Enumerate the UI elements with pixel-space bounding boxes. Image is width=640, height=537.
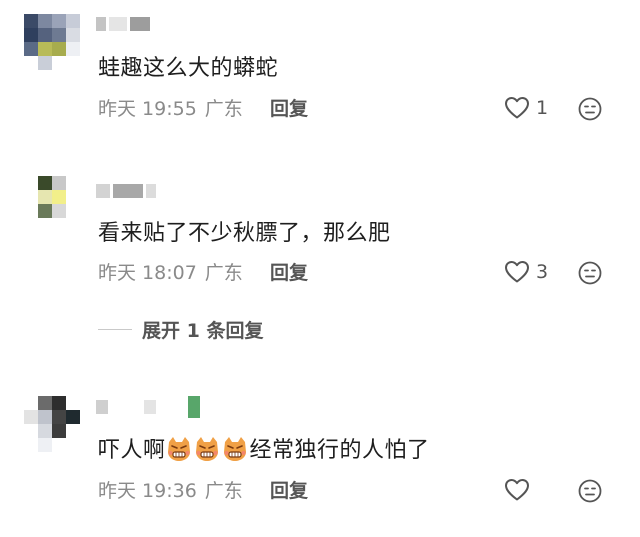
heart-icon [504, 260, 530, 284]
comment-date: 昨天 19:55 [98, 98, 197, 120]
neutral-face-icon [578, 97, 602, 121]
expand-replies-label: 展开 1 条回复 [142, 320, 264, 342]
reply-button[interactable]: 回复 [270, 478, 308, 504]
comment-location: 广东 [204, 262, 243, 284]
comment-location: 广东 [204, 98, 243, 120]
comment-meta: 昨天 19:55 广东 [98, 96, 243, 122]
avatar[interactable] [24, 14, 80, 70]
reply-button[interactable]: 回复 [270, 260, 308, 286]
like-button[interactable]: 1 [504, 96, 548, 120]
react-button[interactable] [578, 479, 602, 503]
comment-date: 昨天 19:36 [98, 480, 197, 502]
like-button[interactable] [504, 478, 536, 502]
avatar[interactable] [24, 176, 80, 232]
angry-cat-emoji-icon [166, 436, 192, 462]
neutral-face-icon [578, 261, 602, 285]
username[interactable] [96, 17, 150, 31]
angry-cat-emoji-icon [194, 436, 220, 462]
comment-meta: 昨天 19:36 广东 [98, 478, 243, 504]
comment-date: 昨天 18:07 [98, 262, 197, 284]
heart-icon [504, 478, 530, 502]
comment-text: 看来贴了不少秋膘了，那么肥 [98, 221, 391, 246]
like-count: 1 [536, 97, 549, 119]
expand-replies-button[interactable]: 展开 1 条回复 [98, 316, 263, 343]
neutral-face-icon [578, 479, 602, 503]
username[interactable] [96, 396, 200, 418]
comment-location: 广东 [204, 480, 243, 502]
react-button[interactable] [578, 97, 602, 121]
comment-meta: 昨天 18:07 广东 [98, 260, 243, 286]
comment-text-before-emoji: 吓人啊 [98, 438, 166, 463]
comment-text-after-emoji: 经常独行的人怕了 [249, 438, 430, 463]
reply-button[interactable]: 回复 [270, 96, 308, 122]
like-button[interactable]: 3 [504, 260, 548, 284]
heart-icon [504, 96, 530, 120]
divider-line [98, 329, 132, 330]
comment-text: 吓人啊 经常独行的人怕了 [98, 436, 430, 466]
like-count: 3 [536, 261, 549, 283]
comment-text: 蛙趣这么大的蟒蛇 [98, 56, 279, 81]
avatar[interactable] [24, 396, 80, 452]
username[interactable] [96, 184, 156, 198]
angry-cat-emoji-icon [222, 436, 248, 462]
react-button[interactable] [578, 261, 602, 285]
